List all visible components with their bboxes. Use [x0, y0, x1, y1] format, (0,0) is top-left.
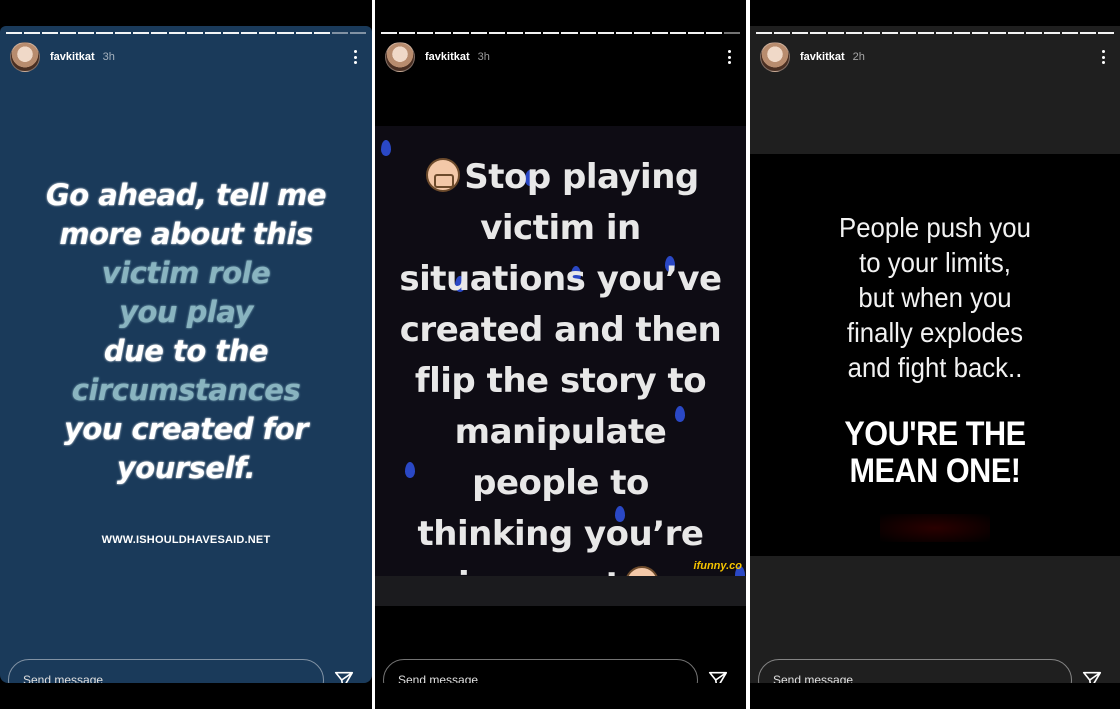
send-message-input[interactable]: Send message — [8, 659, 324, 683]
send-icon[interactable] — [324, 660, 364, 683]
emphasis-line: MEAN ONE! — [849, 452, 1021, 490]
story-progress-bar — [756, 32, 1114, 34]
story-header: favkitkat 2h — [760, 40, 1110, 74]
quote-line: situations you’ve — [399, 259, 722, 299]
tipping-hand-emoji-icon — [625, 566, 660, 576]
quote-line: yourself. — [116, 451, 256, 485]
avatar[interactable] — [760, 42, 790, 72]
quote-line: but when you — [858, 282, 1012, 313]
quote-line: People push you — [839, 212, 1031, 243]
source-website: WWW.ISHOULDHAVESAID.NET — [101, 534, 271, 546]
avatar[interactable] — [10, 42, 40, 72]
quote-line-highlight: you play — [119, 295, 253, 329]
story-quote-text: People push you to your limits, but when… — [765, 210, 1105, 385]
quote-line: Stop playing — [464, 157, 699, 197]
quote-line: manipulate — [454, 412, 667, 452]
quote-line: you created for — [63, 412, 309, 446]
story-content[interactable]: favkitkat 3h Go ahead, tell me more abou… — [0, 26, 372, 683]
send-icon[interactable] — [1072, 660, 1112, 683]
quote-line: innocent — [458, 565, 622, 576]
username[interactable]: favkitkat — [50, 51, 95, 63]
send-message-input[interactable]: Send message — [383, 659, 698, 683]
avatar[interactable] — [385, 42, 415, 72]
decorative-glow — [880, 514, 990, 542]
story-quote-text: Go ahead, tell me more about this victim… — [0, 176, 372, 488]
story-panel-1: favkitkat 3h Go ahead, tell me more abou… — [0, 0, 372, 709]
story-footer: Send message — [750, 656, 1120, 683]
story-quote-text: Stop playing victim in situations you’ve… — [375, 152, 746, 576]
timestamp: 2h — [852, 51, 865, 63]
story-panel-2: favkitkat 3h Stop playing victim in situ… — [375, 0, 746, 709]
username[interactable]: favkitkat — [425, 51, 470, 63]
quote-line: flip the story to — [414, 361, 707, 401]
quote-line: created and then — [399, 310, 722, 350]
send-icon[interactable] — [698, 660, 738, 683]
quote-line: Go ahead, tell me — [45, 178, 327, 212]
send-message-input[interactable]: Send message — [758, 659, 1072, 683]
username[interactable]: favkitkat — [800, 51, 845, 63]
story-emphasis-text: YOU'RE THE MEAN ONE! — [769, 416, 1102, 490]
story-image: People push you to your limits, but when… — [750, 154, 1120, 556]
emphasis-line: YOU'RE THE — [844, 415, 1026, 453]
more-options-icon[interactable] — [348, 47, 362, 67]
story-content[interactable]: favkitkat 3h Stop playing victim in situ… — [375, 26, 746, 683]
quote-line: more about this — [59, 217, 313, 251]
quote-line: finally explodes — [846, 317, 1024, 348]
story-progress-bar — [6, 32, 366, 34]
quote-line-highlight: circumstances — [71, 373, 301, 407]
story-footer: Send message — [375, 656, 746, 683]
story-footer: Send message — [0, 656, 372, 683]
more-options-icon[interactable] — [722, 47, 736, 67]
quote-line: due to the — [103, 334, 269, 368]
story-content[interactable]: favkitkat 2h People push you to your lim… — [750, 26, 1120, 683]
timestamp: 3h — [477, 51, 490, 63]
quote-line: to your limits, — [859, 247, 1011, 278]
quote-line: people to — [472, 463, 649, 503]
more-options-icon[interactable] — [1096, 47, 1110, 67]
image-bottom-strip — [375, 576, 746, 606]
source-watermark: ifunny.co — [693, 560, 742, 572]
story-image: Stop playing victim in situations you’ve… — [375, 126, 746, 576]
quote-line: and fight back.. — [847, 352, 1023, 383]
facepalm-emoji-icon — [426, 158, 461, 192]
story-header: favkitkat 3h — [385, 40, 736, 74]
quote-line: victim in — [480, 208, 641, 248]
story-progress-bar — [381, 32, 740, 34]
quote-line-highlight: victim role — [101, 256, 271, 290]
timestamp: 3h — [102, 51, 115, 63]
quote-line: thinking you’re — [417, 514, 704, 554]
story-panel-3: favkitkat 2h People push you to your lim… — [750, 0, 1120, 709]
story-header: favkitkat 3h — [10, 40, 362, 74]
